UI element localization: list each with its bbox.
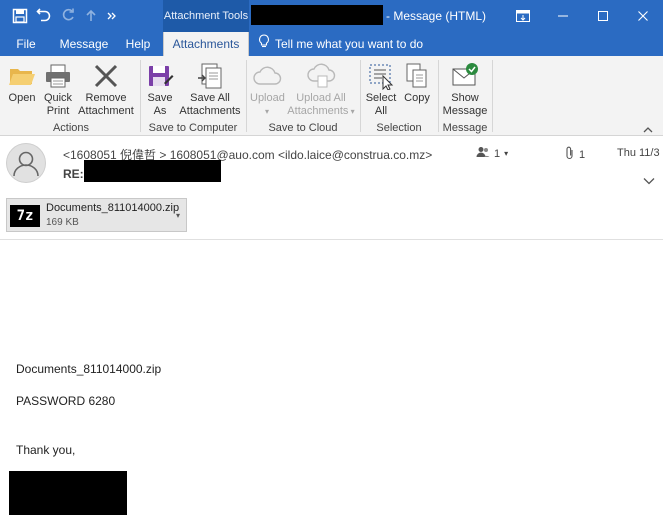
avatar[interactable] [6,143,46,183]
show-message-icon [442,60,488,92]
select-all-label-2: All [374,105,388,117]
attachment-name: Documents_811014000.zip [46,202,180,214]
quick-print-label-1: Quick [43,92,73,104]
tab-message[interactable]: Message [56,32,112,56]
quick-access-toolbar [12,6,118,26]
copy-label: Copy [404,92,430,104]
group-label-message: Message [442,122,488,134]
upload-all-label-2-row: Attachments ▾ [286,105,356,118]
save-icon[interactable] [12,8,28,24]
group-divider [438,60,439,132]
upload-button[interactable]: Upload ▾ [250,60,285,118]
attachment-dropdown-icon[interactable]: ▾ [176,211,180,220]
recipients-button[interactable]: 1 ▾ [476,146,508,161]
tell-me-box[interactable]: Tell me what you want to do [258,32,423,56]
7z-archive-icon: 7z [10,205,40,227]
expand-header-icon[interactable] [643,174,655,188]
quick-print-button[interactable]: Quick Print [40,60,76,118]
upload-all-attachments-button[interactable]: Upload All Attachments ▾ [286,60,356,118]
attachment-size: 169 KB [46,217,79,228]
group-divider [492,60,493,132]
select-all-label-1: Select [365,92,397,104]
title-bar: Attachment Tools - Message (HTML) [0,0,663,32]
copy-icon [400,60,434,92]
attachment-count: 1 [579,148,586,161]
quick-print-label-2: Print [46,105,70,117]
recipients-count: 1 [494,147,501,160]
save-as-label-2: As [153,105,167,117]
show-message-label-2: Message [442,105,488,117]
printer-icon [40,60,76,92]
body-closing-line: Thank you, [16,443,76,457]
group-divider [140,60,141,132]
lightbulb-icon [258,32,270,56]
upload-label: Upload [250,92,285,104]
up-arrow-icon[interactable] [84,8,98,24]
undo-icon[interactable] [36,8,52,24]
body-password-line: PASSWORD 6280 [16,394,116,408]
close-button[interactable] [623,0,663,32]
group-divider [246,60,247,132]
upload-dropdown-icon: ▾ [264,107,269,116]
received-date: Thu 11/3 [617,147,660,159]
message-header: <1608051 倪偉哲 > 1608051@auo.com <ildo.lai… [0,137,663,192]
save-all-attachments-icon [178,60,242,92]
ribbon-tab-bar: File Message Help Attachments Tell me wh… [0,32,663,56]
redo-icon[interactable] [60,8,76,24]
group-divider [360,60,361,132]
tab-file[interactable]: File [8,32,44,56]
paperclip-icon [565,146,575,163]
ribbon-display-options-button[interactable] [503,0,543,32]
attachment-bar: 7z Documents_811014000.zip 169 KB ▾ [0,192,663,240]
redacted-signature [9,471,127,515]
window-title: - Message (HTML) [386,9,487,23]
remove-x-icon [76,60,136,92]
upload-all-label-1: Upload All [296,92,346,104]
minimize-button[interactable] [543,0,583,32]
upload-all-dropdown-icon: ▾ [348,107,355,116]
save-all-label-1: Save All [190,92,230,104]
select-all-icon [364,60,398,92]
open-button[interactable]: Open [6,60,38,105]
save-all-label-2: Attachments [179,105,241,117]
save-as-button[interactable]: Save As [144,60,176,118]
cloud-upload-all-icon [286,60,356,92]
redacted-subject-text [84,160,221,182]
group-label-actions: Actions [52,122,90,134]
attachment-count-button[interactable]: 1 [565,146,585,163]
save-as-icon [144,60,176,92]
select-all-button[interactable]: Select All [364,60,398,118]
show-message-button[interactable]: Show Message [442,60,488,118]
collapse-ribbon-icon[interactable] [643,123,653,137]
remove-attachment-button[interactable]: Remove Attachment [76,60,136,118]
group-label-save-to-computer: Save to Computer [148,122,238,134]
people-icon [476,146,490,161]
cloud-upload-icon [250,60,284,92]
show-message-label-1: Show [451,92,479,104]
tell-me-text: Tell me what you want to do [275,37,424,51]
maximize-button[interactable] [583,0,623,32]
group-label-selection: Selection [376,122,422,134]
group-label-save-to-cloud: Save to Cloud [268,122,338,134]
qat-overflow-icon[interactable] [106,10,118,22]
remove-label-2: Attachment [78,105,134,117]
open-label: Open [8,92,36,104]
save-as-label-1: Save [147,92,173,104]
folder-open-icon [6,60,38,92]
save-all-attachments-button[interactable]: Save All Attachments [178,60,242,118]
ribbon: Open Quick Print Remove Attachment Actio… [0,56,663,136]
body-filename-line: Documents_811014000.zip [16,362,162,376]
subject-prefix: RE: [63,167,84,181]
upload-all-label-2: Attachments [287,105,349,117]
message-body: Documents_811014000.zip PASSWORD 6280 Th… [0,241,663,523]
contextual-tab-label: Attachment Tools [163,0,249,32]
tab-attachments[interactable]: Attachments [163,32,249,56]
redacted-subject [251,5,383,25]
tab-help[interactable]: Help [120,32,156,56]
copy-button[interactable]: Copy [400,60,434,105]
chevron-down-icon: ▾ [504,149,509,158]
attachment-item[interactable]: 7z Documents_811014000.zip 169 KB ▾ [6,198,187,232]
remove-label-1: Remove [85,92,127,104]
